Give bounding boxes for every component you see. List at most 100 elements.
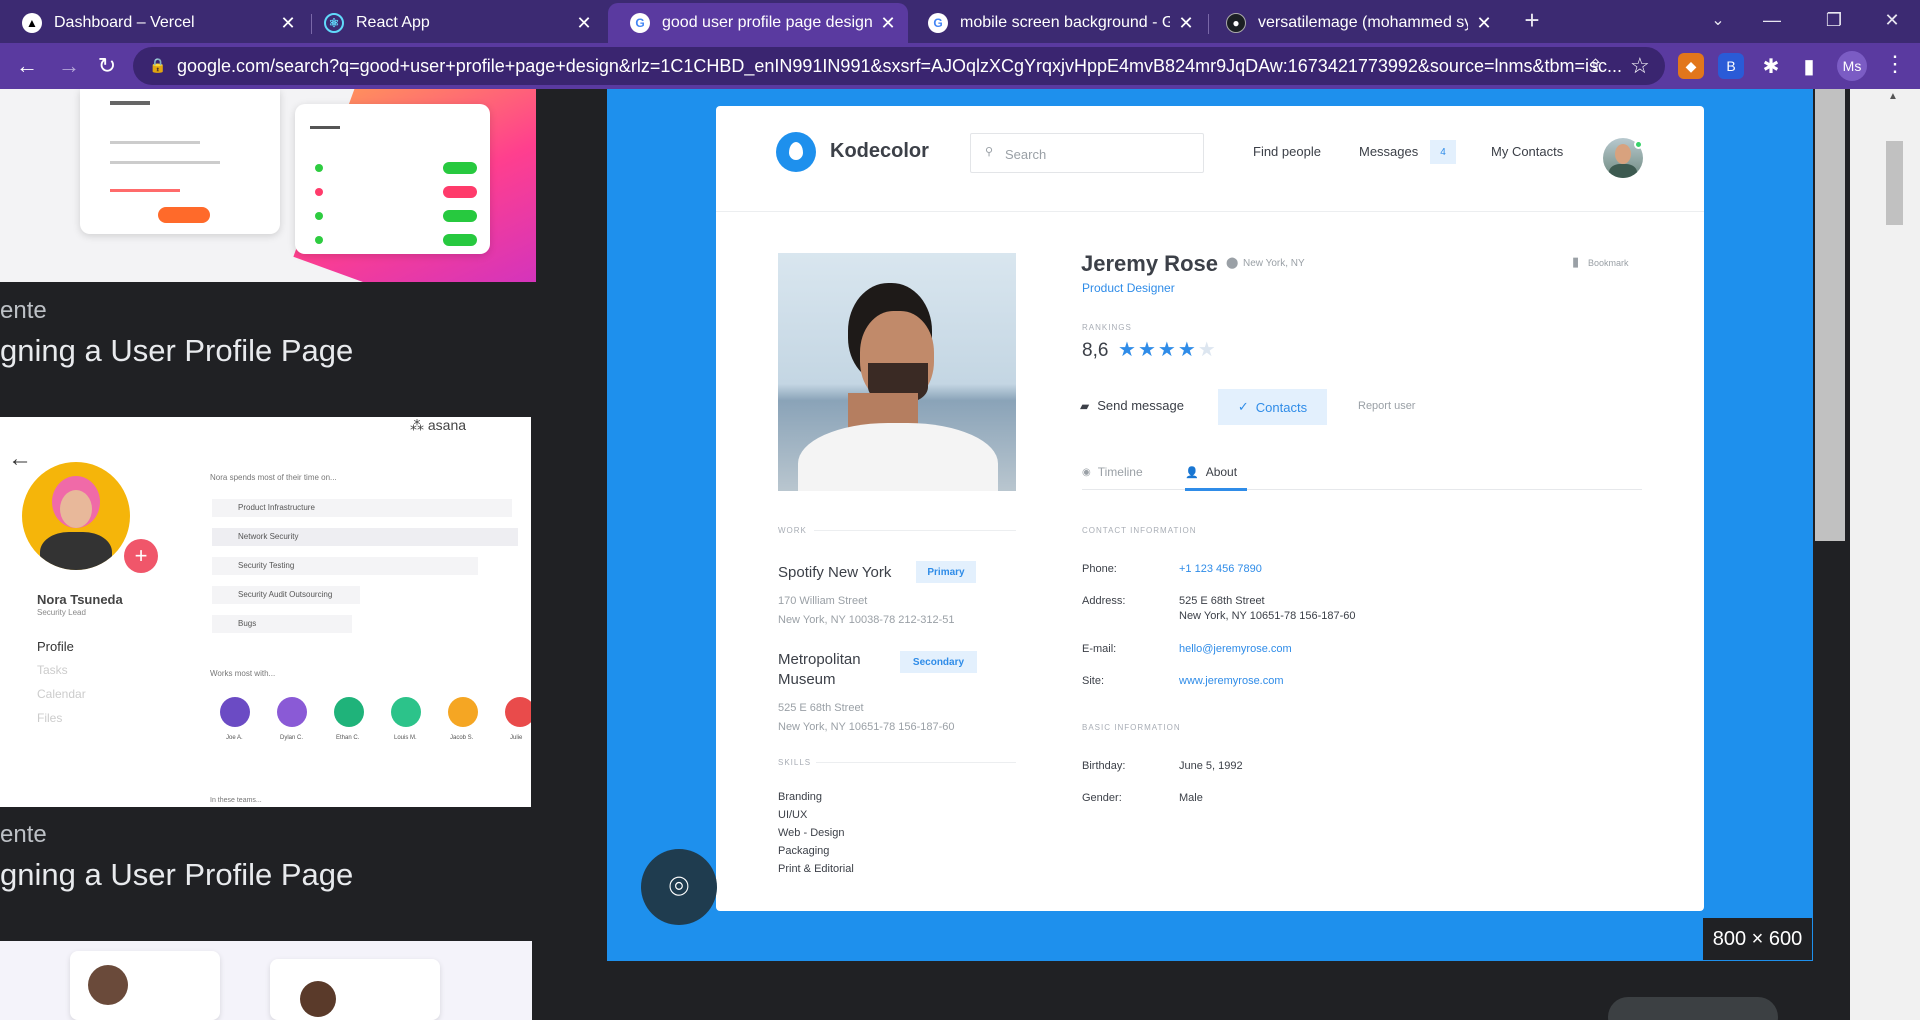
asana-logo: ⁂ asana (410, 417, 467, 433)
browser-toolbar: ← → ↻ 🔒 google.com/search?q=good+user+pr… (0, 43, 1920, 89)
send-message-button[interactable]: ▰ Send message (1080, 398, 1184, 413)
profile-name: Nora Tsuneda (37, 592, 123, 607)
close-icon[interactable]: ✕ (574, 13, 594, 34)
tab-label: Timeline (1097, 465, 1143, 479)
result-thumbnail-1[interactable] (0, 89, 536, 282)
list-item: Security Testing (212, 557, 478, 575)
work-name-line2: Museum (778, 671, 836, 688)
react-icon: ⚛ (324, 13, 344, 33)
bookmark-star-icon[interactable]: ☆ (1630, 53, 1650, 79)
contact-info-label: CONTACT INFORMATION (1082, 526, 1197, 535)
mock-dot (315, 164, 323, 172)
back-arrow-icon: ← (8, 445, 32, 472)
profile-page-image[interactable]: Kodecolor ⚲ Search Find people Messages … (716, 106, 1704, 911)
address-bar[interactable]: 🔒 google.com/search?q=good+user+profile+… (133, 47, 1665, 85)
bookmark-icon[interactable]: ▮ (1572, 254, 1579, 270)
side-panel-icon[interactable]: ▮ (1796, 53, 1822, 79)
tab-about[interactable]: 👤 About (1185, 465, 1237, 479)
result-title-link[interactable]: gning a User Profile Page (0, 857, 353, 893)
extension-shield-icon[interactable]: B (1718, 53, 1744, 79)
metamask-icon[interactable]: ◆ (1678, 53, 1704, 79)
address-value: 525 E 68th Street (1179, 595, 1265, 607)
extensions-puzzle-icon[interactable]: ✱ (1758, 53, 1784, 79)
avatar (22, 462, 130, 570)
mock-card (70, 951, 220, 1020)
person-label: Joe A. (226, 735, 243, 741)
avatar-body (40, 532, 112, 570)
menu-item: Tasks (37, 663, 68, 677)
close-icon[interactable]: ✕ (878, 13, 898, 34)
brand-text: asana (427, 417, 467, 433)
drop-shape (789, 142, 803, 160)
check-icon: ✓ (1237, 399, 1249, 414)
skill-item: UI/UX (778, 809, 808, 821)
google-icon: G (630, 13, 650, 33)
nav-find-people[interactable]: Find people (1253, 144, 1321, 159)
new-tab-button[interactable]: + (1506, 0, 1558, 40)
share-icon[interactable]: ⇪ (1588, 56, 1603, 77)
nav-my-contacts[interactable]: My Contacts (1491, 144, 1563, 159)
profile-avatar[interactable]: Ms (1837, 51, 1867, 81)
report-user-link[interactable]: Report user (1358, 400, 1415, 412)
search-input[interactable]: ⚲ Search (970, 133, 1204, 173)
phone-value[interactable]: +1 123 456 7890 (1179, 563, 1262, 575)
close-icon[interactable]: ✕ (278, 13, 298, 34)
avatar (220, 697, 250, 727)
tab-github[interactable]: ● versatilemage (mohammed syed ✕ (1204, 3, 1504, 43)
forward-icon[interactable]: → (54, 51, 84, 81)
star-icon: ★ (1118, 339, 1138, 361)
minimize-button[interactable]: — (1746, 0, 1798, 40)
menu-kebab-icon[interactable]: ⋮ (1884, 51, 1906, 77)
google-lens-button[interactable]: ⌾ (641, 849, 717, 925)
site-value[interactable]: www.jeremyrose.com (1179, 675, 1284, 687)
scroll-up-icon[interactable]: ▲ (1888, 91, 1902, 102)
tab-title: mobile screen background - Goo (960, 14, 1170, 31)
message-icon: ▰ (1080, 398, 1090, 413)
add-icon: + (124, 539, 158, 573)
nav-messages[interactable]: Messages (1359, 144, 1418, 159)
page-scrollbar[interactable]: ▲ (1850, 89, 1920, 1020)
list-item: Bugs (212, 615, 352, 633)
tab-react-app[interactable]: ⚛ React App ✕ (302, 3, 604, 43)
preview-scrollbar-thumb[interactable] (1815, 89, 1845, 541)
photo-shirt (798, 423, 998, 491)
tab-title: Dashboard – Vercel (54, 14, 195, 31)
reload-icon[interactable]: ↻ (92, 51, 122, 81)
close-icon[interactable]: ✕ (1474, 13, 1494, 34)
result-thumbnail-3[interactable] (0, 941, 532, 1020)
scrollbar-thumb[interactable] (1886, 141, 1903, 225)
work-name: Spotify New York (778, 564, 892, 581)
bookmark-label[interactable]: Bookmark (1588, 258, 1629, 268)
section-heading: Works most with... (210, 669, 276, 678)
basic-info-label: BASIC INFORMATION (1082, 723, 1181, 732)
primary-badge: Primary (916, 561, 976, 583)
close-icon[interactable]: ✕ (1176, 13, 1196, 34)
contacts-label: Contacts (1255, 399, 1308, 415)
contacts-button[interactable]: ✓ Contacts (1218, 389, 1327, 425)
tab-mobile-background[interactable]: G mobile screen background - Goo ✕ (906, 3, 1206, 43)
email-value[interactable]: hello@jeremyrose.com (1179, 643, 1292, 655)
location-pin-icon: ⬤ (1226, 257, 1239, 269)
tab-profile-search[interactable]: G good user profile page design - G ✕ (608, 3, 908, 43)
result-thumbnail-2[interactable]: ⁂ asana ← + Nora Tsuneda Security Lead P… (0, 417, 531, 807)
eye-icon: ◉ (1082, 466, 1091, 478)
close-window-button[interactable]: ✕ (1866, 0, 1918, 40)
avatar (300, 981, 336, 1017)
mock-pill (443, 210, 477, 222)
result-title-link[interactable]: gning a User Profile Page (0, 333, 353, 369)
tab-timeline[interactable]: ◉ Timeline (1082, 465, 1143, 479)
menu-item: Calendar (37, 687, 86, 701)
online-status-dot (1634, 140, 1643, 149)
restore-button[interactable]: ❐ (1808, 0, 1860, 40)
back-icon[interactable]: ← (12, 51, 42, 81)
avatar (88, 965, 128, 1005)
profile-name: Jeremy Rose (1081, 251, 1218, 276)
tab-search-icon[interactable]: ⌄ (1692, 0, 1744, 40)
avatar-face (60, 490, 92, 528)
tab-vercel[interactable]: ▲ Dashboard – Vercel ✕ (0, 3, 308, 43)
list-item: Security Audit Outsourcing (212, 586, 360, 604)
mock-dot (315, 236, 323, 244)
preview-action-button[interactable] (1608, 997, 1778, 1020)
skill-item: Packaging (778, 845, 830, 857)
gender-key: Gender: (1082, 792, 1122, 804)
